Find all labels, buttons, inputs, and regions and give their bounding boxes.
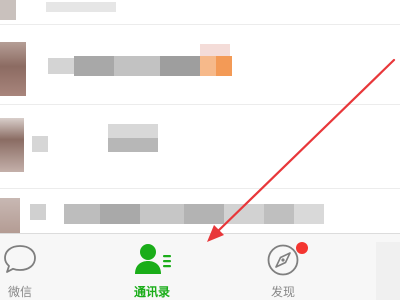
tab-placeholder [376,242,400,300]
contact-name [64,204,100,224]
contacts-tab[interactable]: 通讯录 [100,234,200,300]
contact-name [108,124,158,138]
list-item[interactable] [0,36,400,100]
bottom-tab-bar: 微信 通讯录 发现 [0,233,400,300]
divider [0,188,400,189]
chat-bubble-icon [2,242,38,276]
notification-badge [296,242,308,254]
contact-name [184,204,224,224]
contact-name [200,44,230,56]
compass-icon [266,243,300,277]
contact-name [160,56,200,76]
contact-name [224,204,264,224]
contact-name [108,138,158,152]
list-item[interactable] [0,0,400,22]
contact-name [216,56,232,76]
contact-name [140,204,184,224]
contact-name [200,56,216,76]
contact-name [100,204,140,224]
contact-name [46,2,116,12]
contact-name [48,58,74,74]
avatar [0,0,16,20]
contact-name [74,56,114,76]
tab-label: 发现 [270,285,295,299]
chats-tab[interactable]: 微信 [0,234,100,300]
divider [0,104,400,105]
list-item[interactable] [0,194,400,233]
contact-name [294,204,324,224]
contact-name [30,204,46,220]
wechat-screen: 微信 通讯录 发现 [0,0,400,300]
avatar [0,118,24,172]
tab-label: 微信 [7,285,32,299]
list-item[interactable] [0,112,400,176]
contacts-icon [133,242,173,278]
avatar [0,42,26,96]
discover-tab[interactable]: 发现 [230,234,330,300]
divider [0,24,400,25]
contact-name [264,204,294,224]
contact-name [32,136,48,152]
contact-name [114,56,160,76]
tab-label: 通讯录 [133,285,170,299]
contacts-list [0,0,400,233]
avatar [0,198,20,233]
